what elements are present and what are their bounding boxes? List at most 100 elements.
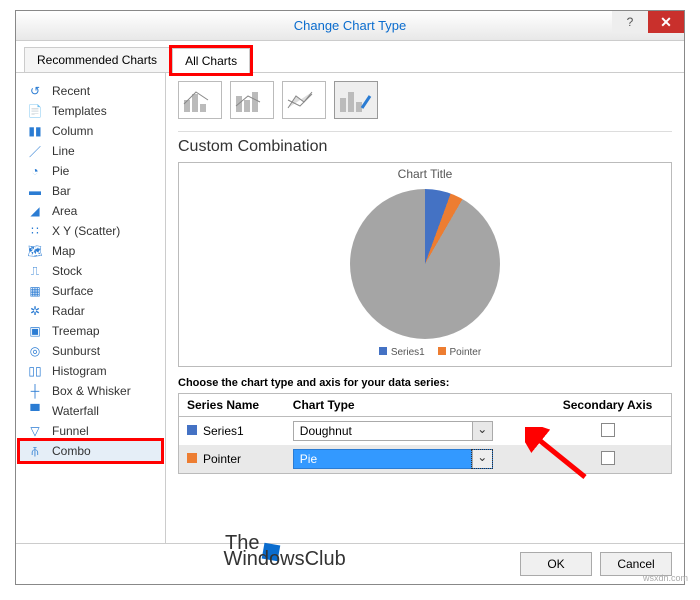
sidebar-item-label: Area [52, 204, 77, 218]
dialog-title: Change Chart Type [294, 18, 407, 33]
sidebar-item-pie[interactable]: ◔ Pie [20, 161, 161, 181]
tab-recommended-charts[interactable]: Recommended Charts [24, 47, 170, 72]
sidebar-item-label: Waterfall [52, 404, 99, 418]
sidebar-item-scatter[interactable]: ∷X Y (Scatter) [20, 221, 161, 241]
sidebar-item-sunburst[interactable]: ◎ Sunburst [20, 341, 161, 361]
combo-subtype-1[interactable] [178, 81, 222, 119]
sidebar-item-label: Bar [52, 184, 71, 198]
col-secondary-axis: Secondary Axis [544, 394, 671, 417]
legend-label: Pointer [450, 347, 482, 358]
treemap-icon: ▣ [26, 324, 44, 338]
sidebar-item-label: Histogram [52, 364, 107, 378]
dialog-footer: OK Cancel [16, 543, 684, 584]
sidebar-item-label: Sunburst [52, 344, 100, 358]
box-whisker-icon: ┼ [26, 384, 44, 398]
series-name: Series1 [203, 424, 244, 438]
pie-icon: ◔ [26, 164, 44, 178]
combo-subtype-custom[interactable] [334, 81, 378, 119]
sidebar-item-area[interactable]: ◢ Area [20, 201, 161, 221]
sidebar-item-histogram[interactable]: ▯▯ Histogram [20, 361, 161, 381]
sidebar-item-stock[interactable]: ⎍ Stock [20, 261, 161, 281]
series-swatch [187, 453, 197, 463]
map-icon: 🗺 [26, 244, 44, 258]
sidebar-item-treemap[interactable]: ▣ Treemap [20, 321, 161, 341]
pie-chart-icon [350, 189, 500, 339]
sidebar-item-label: Column [52, 124, 93, 138]
attribution: wsxdn.com [643, 573, 688, 583]
series-swatch [187, 425, 197, 435]
sidebar-item-label: Stock [52, 264, 82, 278]
chevron-down-icon: ⌄ [472, 450, 492, 468]
bar-icon: ▬ [26, 184, 44, 198]
titlebar: Change Chart Type ? ✕ [16, 11, 684, 41]
help-button[interactable]: ? [612, 11, 648, 33]
line-icon: ／ [26, 144, 44, 158]
sidebar-item-label: X Y (Scatter) [52, 224, 120, 238]
combo-subtype-3[interactable] [282, 81, 326, 119]
preview-title: Chart Title [179, 167, 671, 181]
sunburst-icon: ◎ [26, 344, 44, 358]
chevron-down-icon: ⌄ [472, 422, 492, 440]
sidebar-item-label: Recent [52, 84, 90, 98]
sidebar-item-label: Templates [52, 104, 107, 118]
secondary-axis-checkbox-pointer[interactable] [601, 451, 615, 465]
series-row-series1: Series1 Doughnut⌄ [179, 417, 672, 446]
histogram-icon: ▯▯ [26, 364, 44, 378]
sidebar-item-column[interactable]: ▮▮ Column [20, 121, 161, 141]
area-icon: ◢ [26, 204, 44, 218]
radar-icon: ✲ [26, 304, 44, 318]
sidebar-item-label: Surface [52, 284, 93, 298]
sidebar-item-label: Combo [52, 444, 91, 458]
change-chart-type-dialog: Change Chart Type ? ✕ Recommended Charts… [15, 10, 685, 585]
sidebar-item-box-whisker[interactable]: ┼ Box & Whisker [20, 381, 161, 401]
series-row-pointer: Pointer Pie⌄ [179, 445, 672, 474]
section-title: Custom Combination [178, 131, 672, 156]
sidebar-item-bar[interactable]: ▬ Bar [20, 181, 161, 201]
sidebar-item-line[interactable]: ／ Line [20, 141, 161, 161]
dropdown-value: Doughnut [294, 422, 472, 440]
combo-subtype-row [178, 81, 672, 119]
stock-icon: ⎍ [26, 264, 44, 278]
combo-subtype-2[interactable] [230, 81, 274, 119]
sidebar-item-label: Box & Whisker [52, 384, 131, 398]
chart-type-dropdown-pointer[interactable]: Pie⌄ [293, 449, 493, 469]
sidebar-item-map[interactable]: 🗺 Map [20, 241, 161, 261]
tab-all-charts[interactable]: All Charts [172, 48, 250, 73]
legend-swatch-2 [438, 347, 446, 355]
recent-icon: ↺ [26, 84, 44, 98]
tabs: Recommended Charts All Charts [16, 41, 684, 73]
sidebar-item-funnel[interactable]: ▽ Funnel [20, 421, 161, 441]
funnel-icon: ▽ [26, 424, 44, 438]
chart-category-sidebar: ↺ Recent 📄 Templates ▮▮ Column ／ Line ◔ Pie ▬… [16, 73, 166, 543]
sidebar-item-radar[interactable]: ✲ Radar [20, 301, 161, 321]
sidebar-item-waterfall[interactable]: ▝▘ Waterfall [20, 401, 161, 421]
sidebar-item-label: Pie [52, 164, 69, 178]
series-name: Pointer [203, 452, 241, 466]
ok-button[interactable]: OK [520, 552, 592, 576]
main-panel: Custom Combination Chart Title Series1 P… [166, 73, 684, 543]
chart-legend: Series1 Pointer [179, 347, 671, 358]
choose-series-label: Choose the chart type and axis for your … [178, 377, 672, 389]
sidebar-item-label: Line [52, 144, 75, 158]
sidebar-item-recent[interactable]: ↺ Recent [20, 81, 161, 101]
col-series-name: Series Name [179, 394, 285, 417]
sidebar-item-label: Radar [52, 304, 85, 318]
col-chart-type: Chart Type [285, 394, 544, 417]
sidebar-item-surface[interactable]: ▦ Surface [20, 281, 161, 301]
sidebar-item-label: Funnel [52, 424, 89, 438]
legend-swatch-1 [379, 347, 387, 355]
legend-label: Series1 [391, 347, 425, 358]
sidebar-item-label: Treemap [52, 324, 100, 338]
sidebar-item-templates[interactable]: 📄 Templates [20, 101, 161, 121]
series-table: Series Name Chart Type Secondary Axis Se… [178, 393, 672, 474]
sidebar-item-combo[interactable]: ⫚Combo [20, 441, 161, 461]
templates-icon: 📄 [26, 104, 44, 118]
surface-icon: ▦ [26, 284, 44, 298]
column-icon: ▮▮ [26, 124, 44, 138]
close-button[interactable]: ✕ [648, 11, 684, 33]
secondary-axis-checkbox-series1[interactable] [601, 423, 615, 437]
dropdown-value: Pie [294, 450, 472, 468]
chart-type-dropdown-series1[interactable]: Doughnut⌄ [293, 421, 493, 441]
sidebar-item-label: Map [52, 244, 75, 258]
waterfall-icon: ▝▘ [26, 404, 44, 418]
